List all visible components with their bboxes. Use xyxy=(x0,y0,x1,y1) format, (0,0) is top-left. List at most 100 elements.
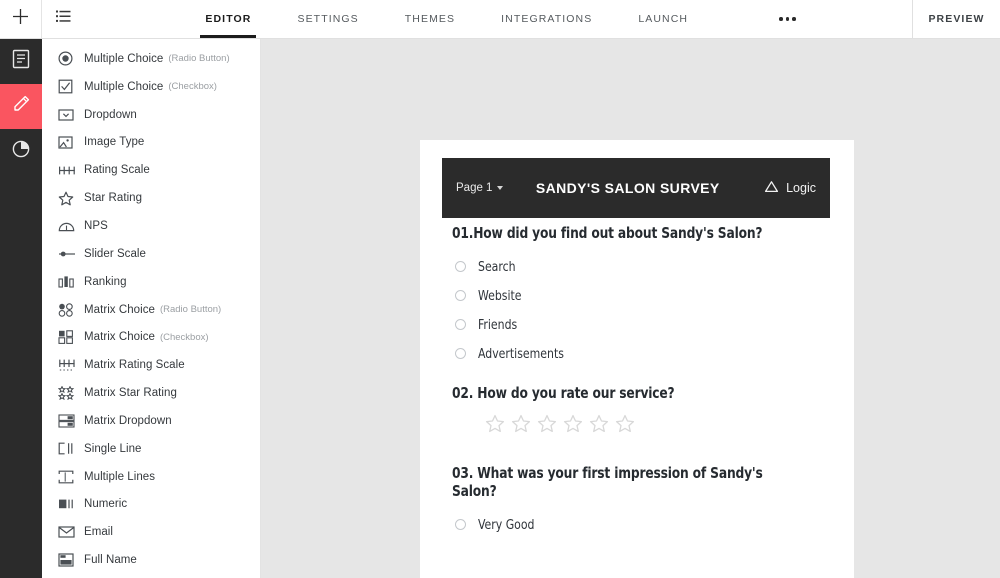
analytics-pie-icon xyxy=(11,139,31,164)
question-block-2[interactable]: 02. How do you rate our service? xyxy=(420,384,854,439)
page-list-button[interactable] xyxy=(42,0,84,38)
sidebar-item-sublabel: (Checkbox) xyxy=(168,81,217,93)
logic-button[interactable]: Logic xyxy=(764,180,816,196)
question-block-3[interactable]: 03. What was your first impression of Sa… xyxy=(420,464,854,500)
radio-icon[interactable] xyxy=(455,319,466,330)
question-type-sidebar[interactable]: Multiple Choice (Radio Button) Multiple … xyxy=(42,39,261,578)
sidebar-item-sublabel: (Radio Button) xyxy=(159,304,222,316)
question-title: 03. What was your first impression of Sa… xyxy=(452,464,763,500)
survey-title: SANDY'S SALON SURVEY xyxy=(535,180,720,196)
sidebar-item-dropdown[interactable]: Dropdown xyxy=(42,101,260,129)
preview-label: PREVIEW xyxy=(928,13,985,25)
sidebar-item-label: Full Name xyxy=(84,554,137,567)
sidebar-item-label: Image Type xyxy=(84,136,145,149)
ellipsis-icon xyxy=(779,17,796,21)
star-icon[interactable] xyxy=(511,414,531,439)
sidebar-item-multiple-choice-radio[interactable]: Multiple Choice (Radio Button) xyxy=(42,45,260,73)
sidebar-item-image-type[interactable]: Image Type xyxy=(42,129,260,157)
sidebar-item-label: Email xyxy=(84,526,114,539)
option-row[interactable]: Search xyxy=(420,252,854,281)
page-selector-label: Page 1 xyxy=(456,182,493,194)
sidebar-item-nps[interactable]: NPS xyxy=(42,212,260,240)
sidebar-item-matrix-rating-scale[interactable]: Matrix Rating Scale xyxy=(42,351,260,379)
rail-item-pages[interactable] xyxy=(0,39,42,84)
sidebar-item-numeric[interactable]: Numeric xyxy=(42,491,260,519)
option-row[interactable]: Friends xyxy=(420,310,854,339)
matrix-star-icon xyxy=(58,386,84,401)
tab-themes[interactable]: THEMES xyxy=(382,0,478,38)
star-icon[interactable] xyxy=(485,414,505,439)
full-name-icon xyxy=(58,553,84,567)
sidebar-item-star-rating[interactable]: Star Rating xyxy=(42,184,260,212)
rating-scale-icon xyxy=(58,164,84,177)
sidebar-item-multiple-lines[interactable]: Multiple Lines xyxy=(42,463,260,491)
star-icon[interactable] xyxy=(563,414,583,439)
radio-icon[interactable] xyxy=(455,348,466,359)
multiple-lines-icon xyxy=(58,470,84,484)
survey-header-bar: Page 1 SANDY'S SALON SURVEY Logic xyxy=(442,158,830,218)
logic-label: Logic xyxy=(786,181,816,195)
star-rating-row[interactable] xyxy=(452,414,854,439)
survey-builder-app: EDITOR SETTINGS THEMES INTEGRATIONS LAUN… xyxy=(0,0,1000,578)
option-label: Very Good xyxy=(478,516,535,533)
survey-card: Page 1 SANDY'S SALON SURVEY Logic 01.How… xyxy=(420,140,854,578)
star-icon xyxy=(58,191,84,206)
radio-icon[interactable] xyxy=(455,261,466,272)
star-icon[interactable] xyxy=(615,414,635,439)
option-row[interactable]: Advertisements xyxy=(420,339,854,368)
sidebar-item-multiple-choice-checkbox[interactable]: Multiple Choice (Checkbox) xyxy=(42,73,260,101)
survey-canvas: Page 1 SANDY'S SALON SURVEY Logic 01.How… xyxy=(261,39,1000,578)
sidebar-item-sublabel: (Checkbox) xyxy=(159,331,209,343)
sidebar-item-label: Matrix Star Rating xyxy=(84,387,177,400)
option-row[interactable]: Website xyxy=(420,281,854,310)
email-icon xyxy=(58,526,84,538)
edit-pencil-icon xyxy=(11,94,31,119)
question-1-options: Search Website Friends Advertisements xyxy=(420,252,854,368)
option-row[interactable]: Very Good xyxy=(420,510,854,539)
sidebar-item-label: NPS xyxy=(84,219,108,232)
left-rail xyxy=(0,39,42,578)
question-block-1[interactable]: 01.How did you find out about Sandy's Sa… xyxy=(420,224,854,242)
pages-icon xyxy=(12,49,30,74)
sidebar-item-matrix-choice-radio[interactable]: Matrix Choice (Radio Button) xyxy=(42,296,260,324)
tab-launch-label: LAUNCH xyxy=(638,13,689,25)
option-label: Advertisements xyxy=(478,345,564,362)
add-button[interactable] xyxy=(0,0,42,38)
rail-item-analytics[interactable] xyxy=(0,129,42,174)
sidebar-item-rating-scale[interactable]: Rating Scale xyxy=(42,156,260,184)
sidebar-item-matrix-star-rating[interactable]: Matrix Star Rating xyxy=(42,379,260,407)
checkbox-icon xyxy=(58,79,84,94)
plus-icon xyxy=(12,8,29,30)
tab-integrations[interactable]: INTEGRATIONS xyxy=(478,0,615,38)
sidebar-item-email[interactable]: Email xyxy=(42,518,260,546)
option-label: Website xyxy=(478,287,522,304)
sidebar-item-slider-scale[interactable]: Slider Scale xyxy=(42,240,260,268)
tab-settings[interactable]: SETTINGS xyxy=(274,0,381,38)
sidebar-item-label: Matrix Choice xyxy=(84,303,155,316)
sidebar-item-matrix-dropdown[interactable]: Matrix Dropdown xyxy=(42,407,260,435)
sidebar-item-single-line[interactable]: Single Line xyxy=(42,435,260,463)
sidebar-item-ranking[interactable]: Ranking xyxy=(42,268,260,296)
sidebar-item-label: Matrix Dropdown xyxy=(84,414,172,427)
sidebar-item-full-name[interactable]: Full Name xyxy=(42,546,260,574)
star-icon[interactable] xyxy=(537,414,557,439)
radio-icon[interactable] xyxy=(455,519,466,530)
radio-icon[interactable] xyxy=(455,290,466,301)
main-tabs: EDITOR SETTINGS THEMES INTEGRATIONS LAUN… xyxy=(84,0,912,38)
more-options-button[interactable] xyxy=(761,0,814,38)
sidebar-item-label: Matrix Rating Scale xyxy=(84,359,185,372)
ranking-bars-icon xyxy=(58,275,84,288)
sidebar-item-label: Multiple Lines xyxy=(84,470,156,483)
star-icon[interactable] xyxy=(589,414,609,439)
question-title: 01.How did you find out about Sandy's Sa… xyxy=(452,224,763,242)
option-label: Friends xyxy=(478,316,518,333)
matrix-dropdown-icon xyxy=(58,414,84,428)
preview-button[interactable]: PREVIEW xyxy=(912,0,1000,38)
numeric-icon xyxy=(58,498,84,510)
tab-launch[interactable]: LAUNCH xyxy=(615,0,711,38)
sidebar-item-label: Single Line xyxy=(84,442,142,455)
top-bar: EDITOR SETTINGS THEMES INTEGRATIONS LAUN… xyxy=(0,0,1000,39)
tab-editor[interactable]: EDITOR xyxy=(182,0,274,38)
rail-item-editor[interactable] xyxy=(0,84,42,129)
sidebar-item-matrix-choice-checkbox[interactable]: Matrix Choice (Checkbox) xyxy=(42,323,260,351)
